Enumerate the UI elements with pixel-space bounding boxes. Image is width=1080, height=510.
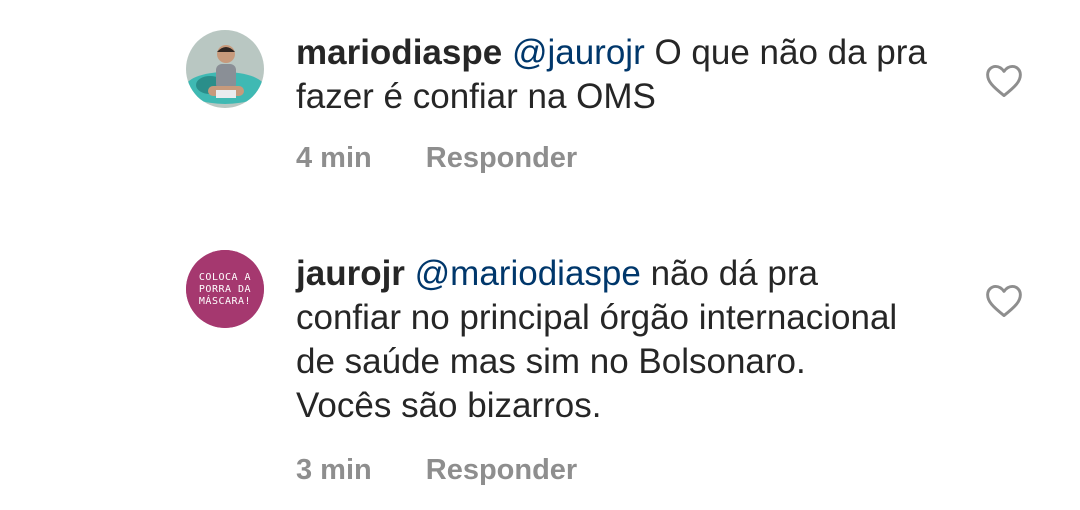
avatar-text-line: COLOCA A [199, 272, 251, 283]
avatar[interactable] [186, 30, 264, 108]
heart-outline-icon[interactable] [984, 282, 1024, 318]
reply-button[interactable]: Responder [426, 454, 577, 486]
avatar-text-line: MÁSCARA! [199, 294, 251, 307]
comment-username[interactable]: mariodiaspe [296, 33, 502, 72]
heart-outline-icon[interactable] [984, 62, 1024, 98]
comment-meta: 4 min Responder [296, 142, 577, 175]
comment-meta: 3 min Responder [296, 454, 577, 487]
avatar-text-line: PORRA DA [199, 284, 251, 295]
comment-time: 3 min [296, 454, 372, 486]
comment-username[interactable]: jaurojr [296, 254, 405, 293]
comment-text: mariodiaspe @jaurojr O que não da pra fa… [296, 31, 936, 119]
comment-time: 4 min [296, 142, 372, 174]
reply-button[interactable]: Responder [426, 142, 577, 174]
comment-mention[interactable]: @jaurojr [512, 33, 645, 72]
comment-text: jaurojr @mariodiaspe não dá pra confiar … [296, 252, 906, 428]
avatar[interactable]: COLOCA A PORRA DA MÁSCARA! [186, 250, 264, 328]
comment-mention[interactable]: @mariodiaspe [415, 254, 641, 293]
